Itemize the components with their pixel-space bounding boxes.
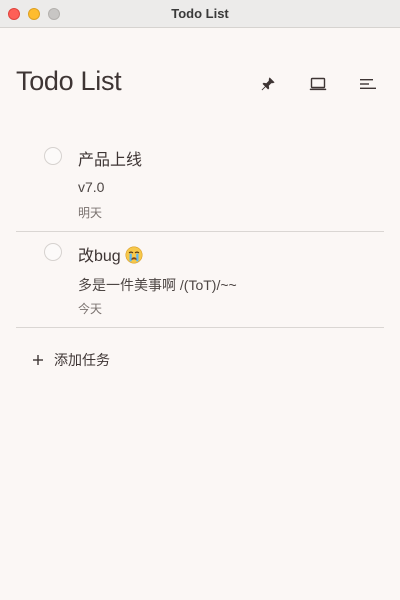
window-title: Todo List: [171, 6, 229, 21]
header-actions: [252, 68, 384, 100]
display-mode-button[interactable]: [302, 68, 334, 100]
todo-checkbox[interactable]: [44, 243, 62, 261]
add-task-label: 添加任务: [54, 352, 110, 368]
todo-item[interactable]: 改bug 多是一件美事啊 /(ToT)/~~ 今天: [16, 232, 384, 328]
sort-icon: [359, 76, 377, 92]
todo-due-date: 明天: [78, 206, 103, 220]
todo-due-date: 今天: [78, 302, 103, 316]
page-title: Todo List: [16, 66, 122, 96]
page-header: Todo List: [16, 64, 384, 104]
add-task-button[interactable]: 添加任务: [30, 345, 150, 375]
todo-item[interactable]: 产品上线 v7.0 明天: [16, 136, 384, 232]
todo-note: v7.0: [78, 179, 105, 195]
sort-button[interactable]: [352, 68, 384, 100]
todo-note: 多是一件美事啊 /(ToT)/~~: [78, 277, 237, 293]
plus-icon: [30, 352, 46, 368]
crying-face-icon: [125, 246, 143, 264]
app-window: Todo List Todo List 产品上线 v7.0 明天 改bug 多是…: [0, 0, 400, 600]
laptop-icon: [309, 76, 327, 92]
title-bar: Todo List: [0, 0, 400, 28]
pin-icon: [260, 76, 276, 92]
todo-title[interactable]: 产品上线: [78, 146, 142, 170]
todo-checkbox[interactable]: [44, 147, 62, 165]
todo-title[interactable]: 改bug: [78, 242, 143, 266]
todo-title-text: 改bug: [78, 248, 121, 265]
todo-title-text: 产品上线: [78, 152, 143, 169]
todo-list: 产品上线 v7.0 明天 改bug 多是一件美事啊 /(ToT)/~~ 今天: [16, 136, 384, 328]
pin-button[interactable]: [252, 68, 284, 100]
